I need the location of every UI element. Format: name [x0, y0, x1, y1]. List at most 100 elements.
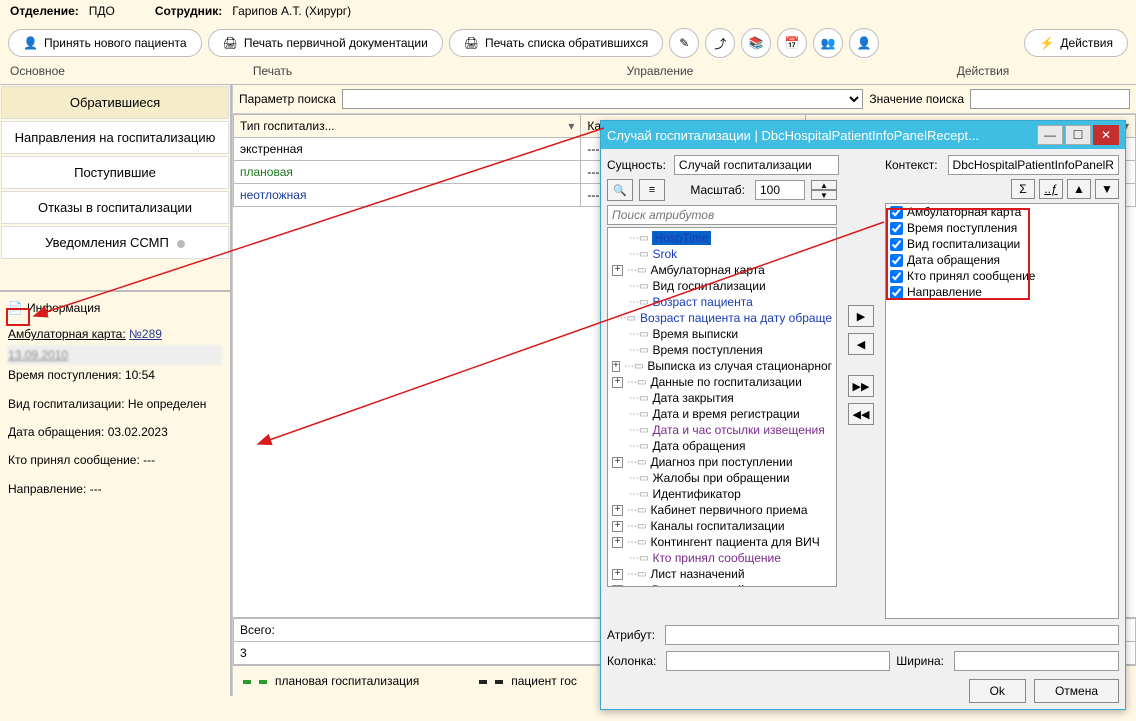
tree-node[interactable]: ⋯▭ Дата обращения [612, 438, 832, 454]
tree-node[interactable]: +⋯▭ Контингент пациента для ВИЧ [612, 534, 832, 550]
func-button[interactable]: ..ƒ [1039, 179, 1063, 199]
cancel-button[interactable]: Отмена [1034, 679, 1119, 703]
ok-button[interactable]: Ok [969, 679, 1026, 703]
check-input[interactable] [890, 206, 903, 219]
attribute-tree[interactable]: ⋯▭ HospTime⋯▭ Srok+⋯▭ Амбулаторная карта… [607, 227, 837, 587]
check-input[interactable] [890, 254, 903, 267]
tool-b-icon[interactable]: ≡ [639, 179, 665, 201]
tree-node[interactable]: ⋯▭ Дата закрытия [612, 390, 832, 406]
tree-node[interactable]: ⋯▭ HospTime [612, 230, 832, 246]
search-param-select[interactable] [342, 89, 864, 109]
accept-patient-button[interactable]: 👤 Принять нового пациента [8, 29, 202, 57]
context-input[interactable] [948, 155, 1119, 175]
col-input[interactable] [666, 651, 890, 671]
main-toolbar: 👤 Принять нового пациента 🖨 Печать перви… [0, 22, 1136, 64]
tree-node[interactable]: ⋯▭ Дата и час отсылки извещения [612, 422, 832, 438]
check-input[interactable] [890, 286, 903, 299]
person-plus-icon: 👤 [23, 36, 38, 50]
check-item[interactable]: Кто принял сообщение [886, 268, 1118, 284]
scale-input[interactable] [755, 180, 805, 200]
tree-node[interactable]: ⋯▭ Возраст пациента на дату обраще [612, 310, 832, 326]
tree-node[interactable]: ⋯▭ Srok [612, 246, 832, 262]
tree-node[interactable]: ⋯▭ Дата и время регистрации [612, 406, 832, 422]
tool-icon-2[interactable]: ⤴ [705, 28, 735, 58]
dept-label: Отделение: [10, 4, 79, 18]
tree-node[interactable]: +⋯▭ Выписка из случая стационарног [612, 358, 832, 374]
tree-node[interactable]: ⋯▭ Идентификатор [612, 486, 832, 502]
actions-button[interactable]: ⚡ Действия [1024, 29, 1128, 57]
check-input[interactable] [890, 238, 903, 251]
info-title: Информация [27, 298, 100, 318]
card-link[interactable]: №289 [129, 327, 162, 341]
attr-search-input[interactable] [607, 205, 837, 225]
sidebar: Обратившиеся Направления на госпитализац… [0, 85, 232, 696]
tool-icon-4[interactable]: 📅 [777, 28, 807, 58]
width-input[interactable] [954, 651, 1119, 671]
move-all-left-button[interactable]: ◀◀ [848, 403, 874, 425]
tree-node[interactable]: +⋯▭ Данные по госпитализации [612, 374, 832, 390]
printer-icon: 🖨 [223, 36, 238, 50]
sidebar-tab-notifications[interactable]: Уведомления ССМП [1, 226, 229, 259]
attr-label: Атрибут: [607, 628, 659, 642]
check-item[interactable]: Направление [886, 284, 1118, 300]
check-input[interactable] [890, 270, 903, 283]
sidebar-tab-admitted[interactable]: Поступившие [1, 156, 229, 189]
move-right-button[interactable]: ▶ [848, 305, 874, 327]
selected-columns-list[interactable]: Амбулаторная карта Время поступления Вид… [885, 203, 1119, 619]
tree-node[interactable]: +⋯▭ Диагноз при поступлении [612, 454, 832, 470]
minimize-button[interactable]: — [1037, 125, 1063, 145]
tree-node[interactable]: +⋯▭ Лист назначений [612, 566, 832, 582]
header-bar: Отделение: ПДО Сотрудник: Гарипов А.Т. (… [0, 0, 1136, 22]
col-hosp-type[interactable]: Тип госпитализ...▾ [234, 115, 581, 138]
tree-node[interactable]: ⋯▭ Время поступления [612, 342, 832, 358]
up-button[interactable]: ▲ [1067, 179, 1091, 199]
sidebar-tab-refusals[interactable]: Отказы в госпитализации [1, 191, 229, 224]
entity-input[interactable] [674, 155, 839, 175]
tree-node[interactable]: +⋯▭ Каналы госпитализации [612, 518, 832, 534]
tool-icon-3[interactable]: 📚 [741, 28, 771, 58]
tree-node[interactable]: ⋯▭ Жалобы при обращении [612, 470, 832, 486]
sidebar-tab-applied[interactable]: Обратившиеся [1, 86, 229, 119]
tree-node[interactable]: +⋯▭ Амбулаторная карта [612, 262, 832, 278]
tree-node[interactable]: ⋯▭ Время выписки [612, 326, 832, 342]
sigma-button[interactable]: Σ [1011, 179, 1035, 199]
check-item[interactable]: Дата обращения [886, 252, 1118, 268]
maximize-button[interactable]: ☐ [1065, 125, 1091, 145]
tree-node[interactable]: +⋯▭ Кабинет первичного приема [612, 502, 832, 518]
print-list-button[interactable]: 🖨 Печать списка обратившихся [449, 29, 664, 57]
check-item[interactable]: Время поступления [886, 220, 1118, 236]
tool-a-icon[interactable]: 🔍 [607, 179, 633, 201]
card-label: Амбулаторная карта: [8, 327, 126, 341]
check-input[interactable] [890, 222, 903, 235]
tree-node[interactable]: ⋯▭ Вид госпитализации [612, 278, 832, 294]
printer-icon: 🖨 [464, 36, 479, 50]
hospitalization-dialog: Случай госпитализации | DbcHospitalPatie… [600, 120, 1126, 710]
search-value-input[interactable] [970, 89, 1130, 109]
close-button[interactable]: ✕ [1093, 125, 1119, 145]
document-icon: 📄 [8, 298, 23, 318]
tool-icon-1[interactable]: ✎ [669, 28, 699, 58]
print-primary-button[interactable]: 🖨 Печать первичной документации [208, 29, 443, 57]
check-item[interactable]: Амбулаторная карта [886, 204, 1118, 220]
down-button[interactable]: ▼ [1095, 179, 1119, 199]
tree-node[interactable]: ⋯▭ Возраст пациента [612, 294, 832, 310]
attr-input[interactable] [665, 625, 1119, 645]
emp-value: Гарипов А.Т. (Хирург) [232, 4, 351, 18]
entity-label: Сущность: [607, 158, 670, 172]
search-param-label: Параметр поиска [239, 92, 336, 106]
tool-icon-5[interactable]: 👥 [813, 28, 843, 58]
dialog-title: Случай госпитализации | DbcHospitalPatie… [607, 128, 1035, 143]
tree-node[interactable]: ⋯▭ Кто принял сообщение [612, 550, 832, 566]
check-item[interactable]: Вид госпитализации [886, 236, 1118, 252]
sidebar-tab-referrals[interactable]: Направления на госпитализацию [1, 121, 229, 154]
scale-down-button[interactable]: ▼ [811, 190, 837, 200]
tool-icon-6[interactable]: 👤 [849, 28, 879, 58]
move-all-right-button[interactable]: ▶▶ [848, 375, 874, 397]
tree-node[interactable]: +⋯▭ Лист назначений в стационаре [612, 582, 832, 587]
search-value-label: Значение поиска [869, 92, 964, 106]
move-left-button[interactable]: ◀ [848, 333, 874, 355]
legend-dash-plan-icon [243, 680, 267, 684]
dialog-titlebar[interactable]: Случай госпитализации | DbcHospitalPatie… [601, 121, 1125, 149]
context-label: Контекст: [885, 158, 942, 172]
scale-up-button[interactable]: ▲ [811, 180, 837, 190]
